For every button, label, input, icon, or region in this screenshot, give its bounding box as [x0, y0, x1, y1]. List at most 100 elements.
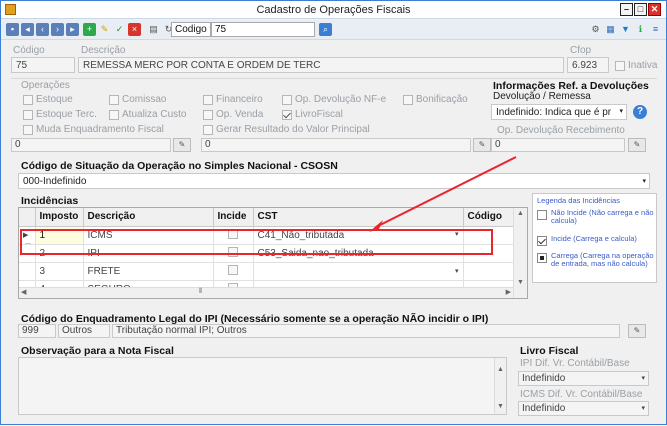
devolucao-remessa-label: Devolução / Remessa — [493, 91, 591, 102]
op-devolucao-recebimento-lookup-button[interactable]: ✎ — [628, 138, 646, 152]
cst-cell[interactable]: ▾ — [253, 262, 464, 281]
grid-horizontal-scrollbar[interactable]: ◀ ⦀ ▶ — [19, 287, 513, 298]
descricao-label: Descrição — [81, 45, 126, 56]
prev-icon[interactable]: ‹ — [36, 23, 49, 36]
descricao-cell[interactable]: IPI — [83, 244, 214, 263]
incidencias-title: Incidências — [21, 195, 79, 207]
operacoes-field-1[interactable]: 0 — [11, 138, 171, 152]
icms-dif-label: ICMS Dif. Vr. Contábil/Base — [520, 389, 643, 400]
financeiro-checkbox[interactable]: Financeiro — [203, 94, 263, 105]
incide-cell[interactable] — [213, 262, 254, 281]
ipi-group-field[interactable]: Outros — [58, 324, 110, 338]
info-icon[interactable]: ℹ — [634, 23, 647, 36]
cst-cell[interactable]: C41_Não_tributada ▾ — [253, 226, 464, 245]
incide-header[interactable]: Incide — [213, 208, 254, 227]
ipi-lookup-button[interactable]: ✎ — [628, 324, 646, 338]
row-indicator — [19, 244, 36, 263]
table-row[interactable]: 3 FRETE ▾ — [19, 262, 527, 281]
muda-enquadramento-checkbox[interactable]: Muda Enquadramento Fiscal — [23, 124, 164, 135]
descricao-field[interactable]: REMESSA MERC POR CONTA E ORDEM DE TERC — [78, 57, 564, 73]
codigo-field[interactable]: 75 — [11, 57, 75, 73]
save-check-icon[interactable]: ✓ — [113, 23, 126, 36]
cancel-icon[interactable]: × — [128, 23, 141, 36]
row-indicator-header — [19, 208, 36, 227]
devolucao-remessa-select[interactable]: Indefinido: Indica que é pr ▾ — [491, 104, 627, 120]
incide-cell[interactable] — [213, 226, 254, 245]
title-bar: Cadastro de Operações Fiscais – □ ✕ — [1, 1, 666, 19]
op-devolucao-recebimento-label: Op. Devolução Recebimento — [497, 125, 625, 136]
op-devolucao-checkbox[interactable]: Op. Devolução NF-e — [282, 94, 386, 105]
estoque-terc-checkbox[interactable]: Estoque Terc. — [23, 109, 97, 120]
edit-icon[interactable]: ✎ — [98, 23, 111, 36]
comissao-checkbox[interactable]: Comissao — [109, 94, 166, 105]
legend-panel: Legenda das Incidências Não Incide (Não … — [532, 193, 657, 283]
legend-title: Legenda das Incidências — [537, 196, 620, 205]
csosn-select[interactable]: 000-Indefinido ▾ — [18, 173, 650, 189]
maximize-button[interactable]: □ — [634, 3, 647, 16]
row-indicator — [19, 262, 36, 281]
estoque-checkbox[interactable]: Estoque — [23, 94, 73, 105]
last-icon[interactable]: ▸ — [66, 23, 79, 36]
current-row-icon: ▶ — [19, 226, 36, 245]
first-icon[interactable]: ◂ — [21, 23, 34, 36]
next-icon[interactable]: › — [51, 23, 64, 36]
minimize-button[interactable]: – — [620, 3, 633, 16]
observacao-textarea[interactable]: ▲ ▼ — [18, 357, 507, 415]
csosn-title: Código de Situação da Operação no Simple… — [21, 160, 338, 172]
ipi-description-field[interactable]: Tributação normal IPI; Outros — [112, 324, 620, 338]
cst-header[interactable]: CST — [253, 208, 464, 227]
table-row[interactable]: 2 IPI C53_Saida_nao_tributada — [19, 244, 527, 263]
atualiza-custo-checkbox[interactable]: Atualiza Custo — [109, 109, 186, 120]
main-window: Cadastro de Operações Fiscais – □ ✕ ▪ ◂ … — [0, 0, 667, 425]
filter-icon[interactable]: ▼ — [619, 23, 632, 36]
grid-icon[interactable]: ▦ — [604, 23, 617, 36]
grid-vertical-scrollbar[interactable]: ▲ ▼ — [513, 208, 527, 298]
operacoes-field-2[interactable]: 0 — [201, 138, 471, 152]
search-icon[interactable]: ⌕ — [319, 23, 332, 36]
search-input[interactable]: 75 — [211, 22, 315, 37]
print-icon[interactable]: ▤ — [147, 23, 160, 36]
legend-carrega: Carrega (Carrega na operação de entrada,… — [537, 252, 655, 268]
cst-cell[interactable]: C53_Saida_nao_tributada — [253, 244, 464, 263]
descricao-header[interactable]: Descrição — [83, 208, 214, 227]
incide-cell[interactable] — [213, 244, 254, 263]
cfop-label: Cfop — [570, 45, 592, 56]
toolbar: ▪ ◂ ‹ › ▸ + ✎ ✓ × ▤ ↻ Codigo ▾ 75 ⌕ ⚙ ▦ … — [1, 20, 666, 40]
codigo-label: Código — [13, 45, 45, 56]
imposto-cell[interactable]: 3 — [35, 262, 84, 281]
search-field-select[interactable]: Codigo ▾ — [171, 22, 211, 37]
window-title: Cadastro de Operações Fiscais — [256, 4, 411, 16]
operacoes-title: Operações — [21, 80, 70, 91]
gerar-resultado-checkbox[interactable]: Gerar Resultado do Valor Principal — [203, 124, 370, 135]
icms-dif-select[interactable]: Indefinido ▾ — [518, 401, 649, 416]
help-icon[interactable]: ? — [633, 105, 647, 119]
imposto-cell[interactable]: 1 — [35, 226, 84, 245]
legend-nao-incide: Não Incide (Não carrega e não calcula) — [537, 209, 655, 225]
menu-icon[interactable]: ≡ — [649, 23, 662, 36]
observacao-scrollbar[interactable]: ▲ ▼ — [494, 358, 506, 414]
ipi-dif-select[interactable]: Indefinido ▾ — [518, 371, 649, 386]
ipi-dif-label: IPI Dif. Vr. Contábil/Base — [520, 358, 630, 369]
op-devolucao-recebimento-field[interactable]: 0 — [491, 138, 625, 152]
observacao-title: Observação para a Nota Fiscal — [21, 345, 174, 357]
incidencias-grid: Imposto Descrição Incide CST Código ▶ 1 … — [18, 207, 528, 299]
operacoes-field-1-lookup-button[interactable]: ✎ — [173, 138, 191, 152]
table-row[interactable]: ▶ 1 ICMS C41_Não_tributada ▾ — [19, 226, 527, 245]
op-venda-checkbox[interactable]: Op. Venda — [203, 109, 263, 120]
bonificacao-checkbox[interactable]: Bonificação — [403, 94, 468, 105]
add-icon[interactable]: + — [83, 23, 96, 36]
inativa-checkbox[interactable]: Inativa — [615, 60, 657, 71]
imposto-cell[interactable]: 2 — [35, 244, 84, 263]
descricao-cell[interactable]: ICMS — [83, 226, 214, 245]
tools-icon[interactable]: ⚙ — [589, 23, 602, 36]
livro-fiscal-title: Livro Fiscal — [520, 345, 579, 357]
operacoes-field-2-lookup-button[interactable]: ✎ — [473, 138, 491, 152]
cfop-field[interactable]: 6.923 — [567, 57, 609, 73]
livro-fiscal-checkbox[interactable]: LivroFiscal — [282, 109, 343, 120]
new-icon[interactable]: ▪ — [6, 23, 19, 36]
close-button[interactable]: ✕ — [648, 3, 661, 16]
descricao-cell[interactable]: FRETE — [83, 262, 214, 281]
legend-incide: Incide (Carrega e calcula) — [537, 235, 655, 246]
ipi-code-field[interactable]: 999 — [18, 324, 56, 338]
imposto-header[interactable]: Imposto — [35, 208, 84, 227]
